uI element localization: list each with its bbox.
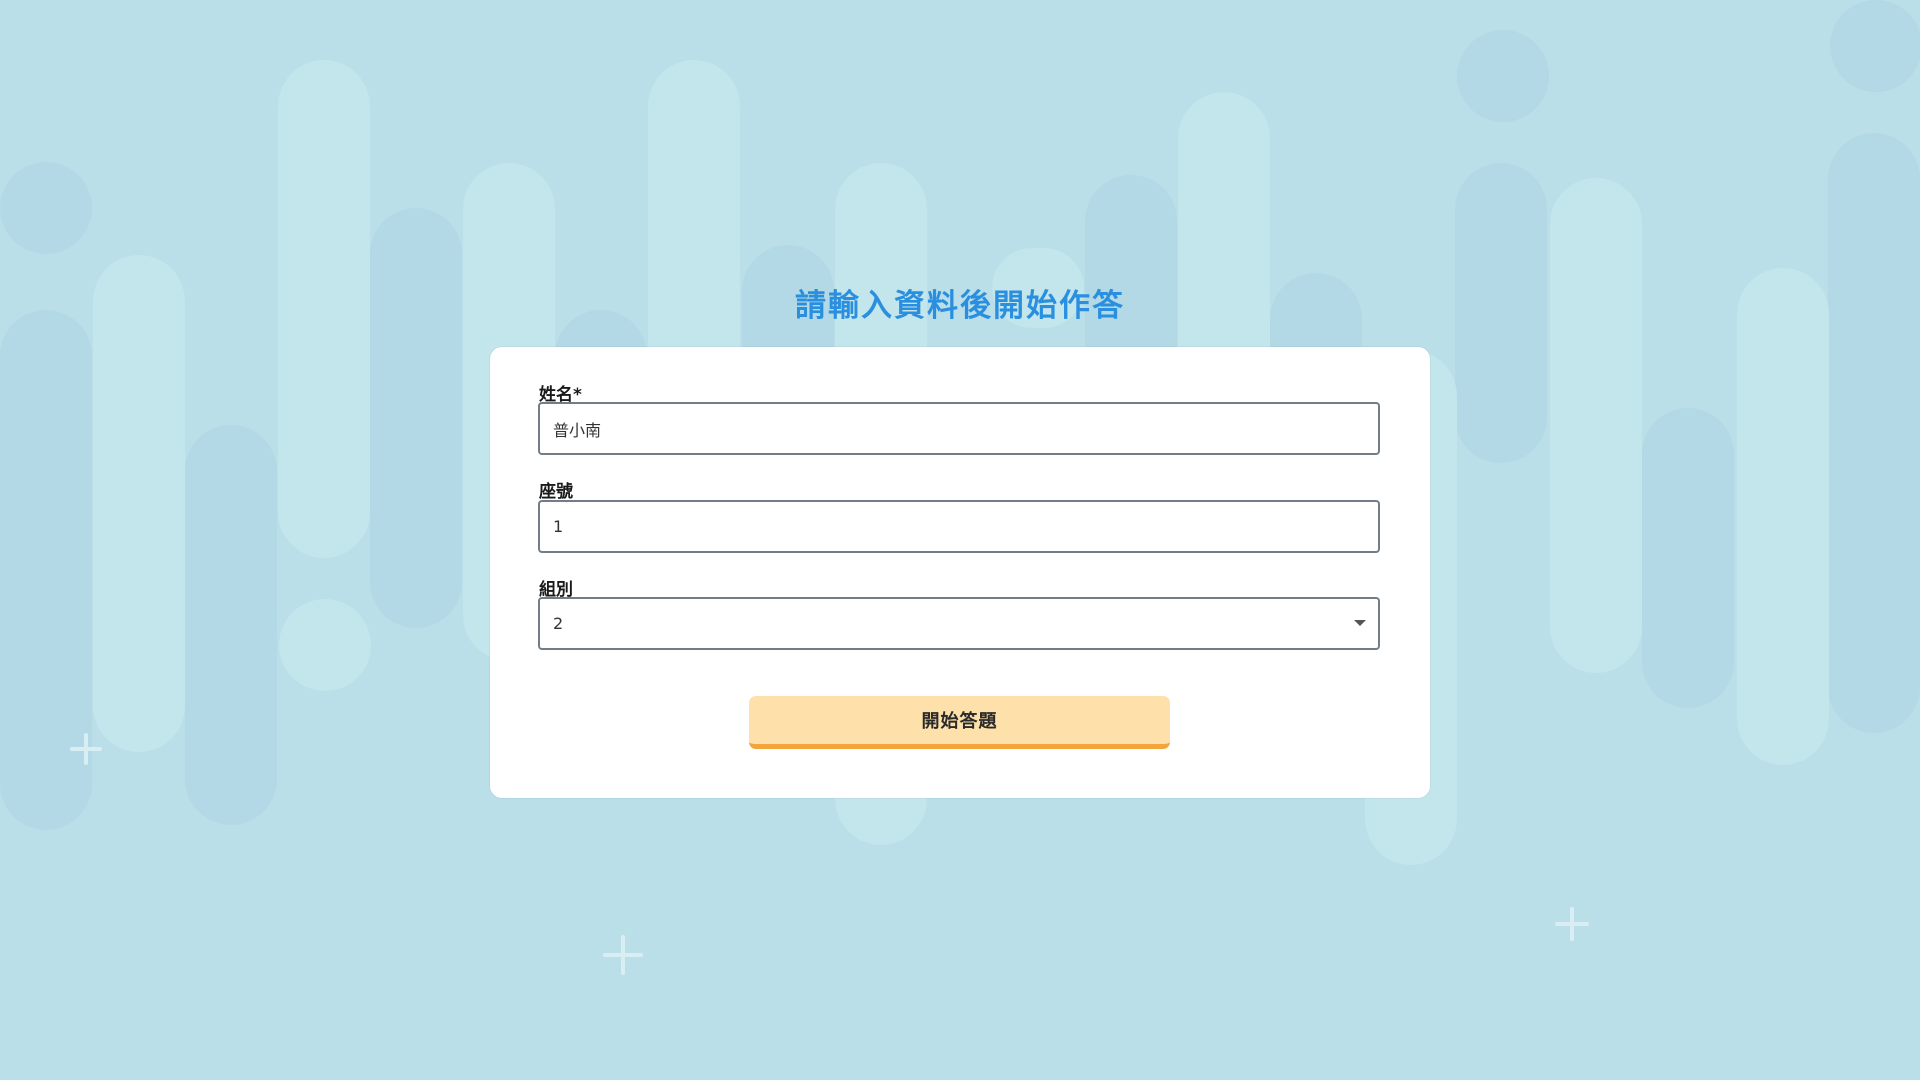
start-quiz-button[interactable]: 開始答題: [749, 696, 1170, 749]
group-select[interactable]: 2: [538, 597, 1380, 650]
entry-form-card: 姓名* 普小南 座號 1 組別 2 開始答題: [490, 347, 1430, 798]
page-title: 請輸入資料後開始作答: [795, 288, 1125, 324]
chevron-down-icon: [1354, 620, 1366, 626]
name-input[interactable]: 普小南: [538, 402, 1380, 455]
group-select-value: 2: [553, 614, 564, 633]
seat-input[interactable]: 1: [538, 500, 1380, 553]
seat-label: 座號: [539, 482, 573, 502]
